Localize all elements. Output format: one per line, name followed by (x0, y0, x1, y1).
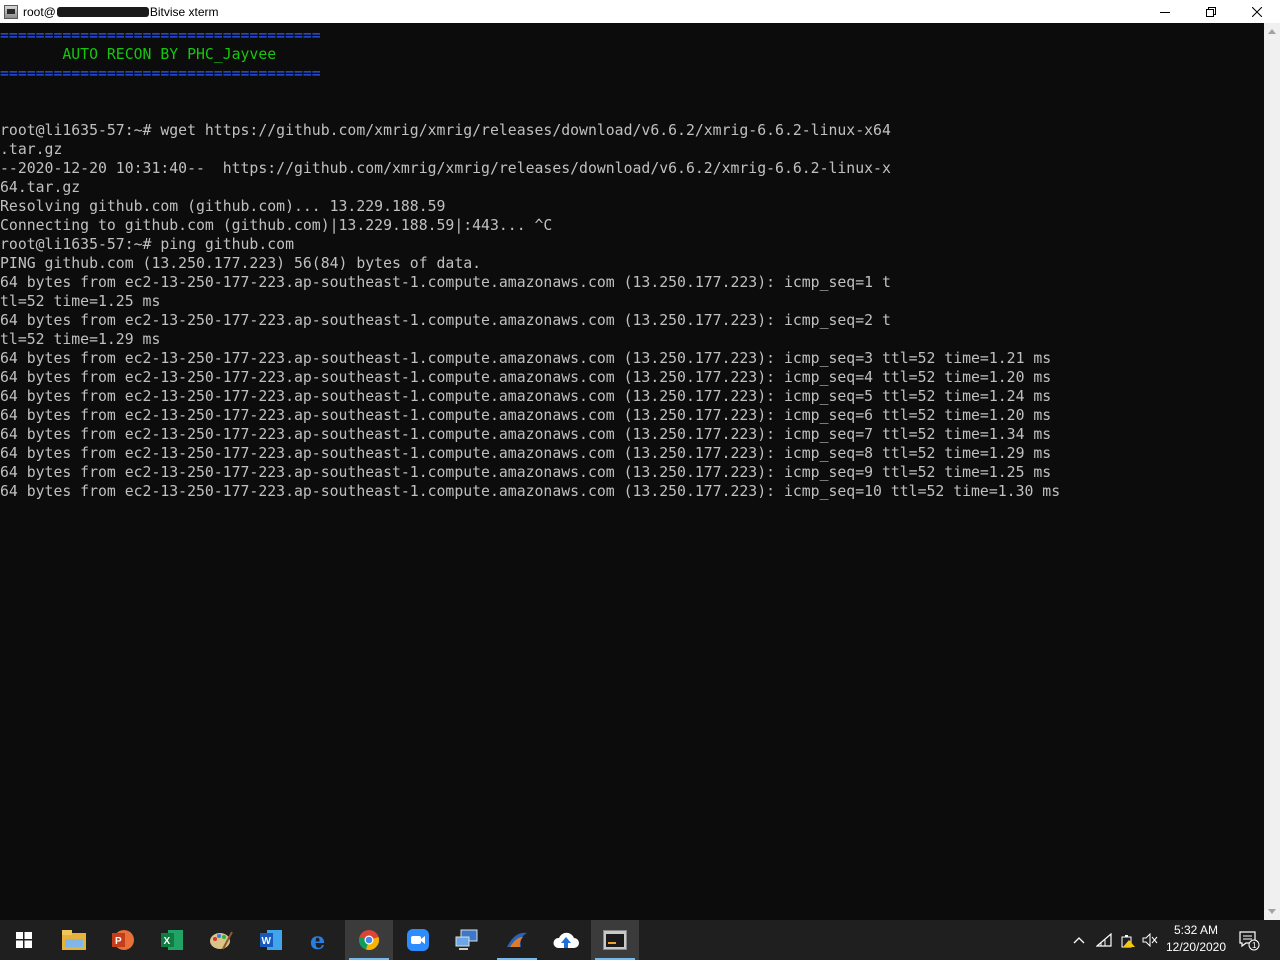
terminal-line: ==================================== (0, 65, 321, 82)
terminal-line: .tar.gz (0, 141, 63, 158)
remote-desktop-icon (455, 929, 478, 950)
taskbar-powerpoint[interactable]: P (99, 920, 147, 960)
volume-muted-icon (1142, 933, 1158, 947)
network-status[interactable] (1093, 920, 1115, 960)
terminal-line: 64 bytes from ec2-13-250-177-223.ap-sout… (0, 274, 891, 291)
scroll-down-button[interactable] (1264, 903, 1280, 920)
paint-icon (210, 931, 233, 950)
window-controls (1142, 0, 1280, 23)
terminal-line: Connecting to github.com (github.com)|13… (0, 217, 553, 234)
power-status[interactable] (1117, 920, 1139, 960)
window-title-suffix: Bitvise xterm (149, 4, 219, 19)
terminal-line: 64 bytes from ec2-13-250-177-223.ap-sout… (0, 312, 891, 329)
chevron-up-icon (1073, 937, 1085, 944)
terminal-line: tl=52 time=1.25 ms (0, 293, 161, 310)
terminal-line: 64 bytes from ec2-13-250-177-223.ap-sout… (0, 464, 1052, 481)
restore-button[interactable] (1188, 0, 1234, 23)
taskbar-bitvise-xterm[interactable] (591, 920, 639, 960)
terminal-line: AUTO RECON BY PHC_Jayvee (0, 46, 277, 63)
battery-warning-icon (1121, 935, 1135, 948)
taskbar-file-explorer[interactable] (50, 920, 98, 960)
wifi-icon (1096, 933, 1112, 947)
terminal-line: PING github.com (13.250.177.223) 56(84) … (0, 255, 482, 272)
taskbar-excel[interactable]: X (148, 920, 196, 960)
terminal-line: 64.tar.gz (0, 179, 81, 196)
terminal-line: tl=52 time=1.29 ms (0, 331, 161, 348)
terminal-line: 64 bytes from ec2-13-250-177-223.ap-sout… (0, 426, 1052, 443)
scroll-up-button[interactable] (1264, 23, 1280, 40)
terminal-scrollbar[interactable] (1264, 23, 1280, 920)
bitvise-xterm-icon (603, 930, 627, 950)
terminal-line: 64 bytes from ec2-13-250-177-223.ap-sout… (0, 350, 1052, 367)
notification-count: 1 (1252, 941, 1257, 950)
taskbar-wireshark[interactable] (493, 920, 541, 960)
taskbar-chrome[interactable] (345, 920, 393, 960)
taskbar: P X W e 5:32 AM 12/20/2020 1 (0, 920, 1280, 960)
powerpoint-icon: P (112, 930, 134, 950)
terminal-line: --2020-12-20 10:31:40-- https://github.c… (0, 160, 891, 177)
redacted-hostname (56, 6, 149, 17)
excel-icon: X (161, 930, 183, 950)
minimize-button[interactable] (1142, 0, 1188, 23)
taskbar-word[interactable]: W (247, 920, 295, 960)
file-explorer-icon (62, 930, 86, 950)
window-title: root@ Bitvise xterm (23, 5, 219, 19)
svg-text:e: e (310, 929, 325, 951)
title-bar: root@ Bitvise xterm (0, 0, 1280, 23)
terminal-line: ==================================== (0, 27, 321, 44)
restore-icon (1206, 6, 1216, 17)
close-button[interactable] (1234, 0, 1280, 23)
close-icon (1252, 6, 1262, 17)
action-center-button[interactable]: 1 (1234, 920, 1264, 960)
terminal-line: Resolving github.com (github.com)... 13.… (0, 198, 446, 215)
minimize-icon (1160, 11, 1170, 13)
terminal-line: 64 bytes from ec2-13-250-177-223.ap-sout… (0, 445, 1052, 462)
svg-text:X: X (164, 936, 171, 947)
svg-text:P: P (115, 936, 122, 947)
taskbar-cloud-app[interactable] (542, 920, 590, 960)
bitvise-app-icon[interactable] (4, 4, 18, 19)
show-hidden-icons-button[interactable] (1068, 920, 1090, 960)
chrome-icon (359, 930, 379, 950)
notification-icon: 1 (1239, 931, 1260, 951)
terminal-line: 64 bytes from ec2-13-250-177-223.ap-sout… (0, 388, 1052, 405)
start-button[interactable] (0, 920, 48, 960)
terminal-line: 64 bytes from ec2-13-250-177-223.ap-sout… (0, 369, 1052, 386)
zoom-icon (407, 929, 429, 951)
chevron-up-icon (1268, 29, 1276, 34)
start-icon (16, 932, 32, 948)
taskbar-zoom[interactable] (394, 920, 442, 960)
cloud-app-icon (553, 932, 579, 948)
taskbar-paint[interactable] (197, 920, 245, 960)
wireshark-icon (507, 932, 527, 947)
terminal-line: root@li1635-57:~# ping github.com (0, 236, 294, 253)
terminal-line: 64 bytes from ec2-13-250-177-223.ap-sout… (0, 407, 1052, 424)
svg-text:W: W (262, 936, 272, 947)
terminal-output: ==================================== AUT… (0, 23, 1264, 501)
taskbar-edge[interactable]: e (296, 920, 344, 960)
word-icon: W (260, 930, 282, 950)
edge-icon: e (310, 929, 325, 951)
terminal-line: root@li1635-57:~# wget https://github.co… (0, 122, 891, 139)
window-title-prefix: root@ (23, 4, 56, 19)
system-clock[interactable]: 5:32 AM 12/20/2020 (1158, 922, 1234, 956)
terminal-line: 64 bytes from ec2-13-250-177-223.ap-sout… (0, 483, 1061, 500)
taskbar-remote-desktop[interactable] (443, 920, 491, 960)
clock-date: 12/20/2020 (1165, 940, 1227, 954)
chevron-down-icon (1268, 909, 1276, 914)
clock-time: 5:32 AM (1173, 923, 1219, 937)
terminal-area[interactable]: ==================================== AUT… (0, 23, 1264, 920)
